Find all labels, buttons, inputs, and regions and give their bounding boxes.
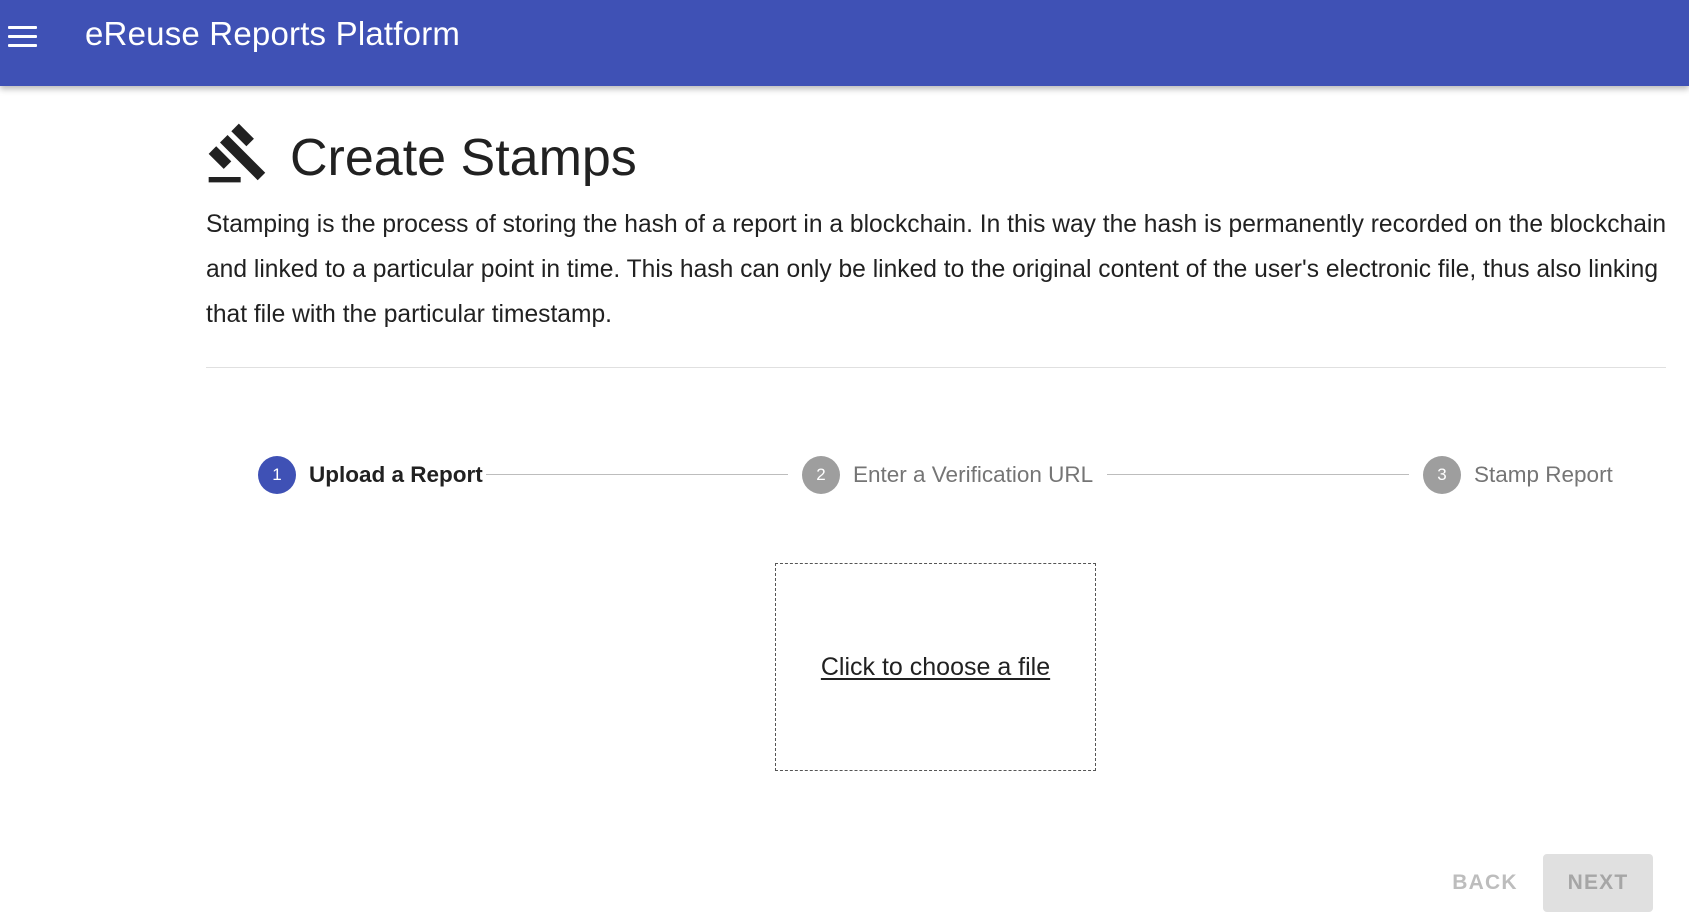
step-number-badge: 3 <box>1423 456 1461 494</box>
next-button[interactable]: NEXT <box>1543 854 1653 912</box>
file-dropzone[interactable]: Click to choose a file <box>775 563 1096 771</box>
page-title: Create Stamps <box>290 129 637 187</box>
page-description: Stamping is the process of storing the h… <box>206 211 1667 328</box>
divider <box>206 367 1666 368</box>
step-number-badge: 2 <box>802 456 840 494</box>
step-enter-verification-url[interactable]: 2 Enter a Verification URL <box>802 455 1093 495</box>
app-bar: eReuse Reports Platform <box>0 0 1689 86</box>
step-upload-report[interactable]: 1 Upload a Report <box>258 455 483 495</box>
gavel-icon <box>208 123 266 183</box>
app-title: eReuse Reports Platform <box>85 15 461 52</box>
page-heading: Create Stamps <box>206 121 1006 191</box>
choose-file-link[interactable]: Click to choose a file <box>821 653 1050 682</box>
back-button[interactable]: BACK <box>1428 854 1542 912</box>
step-label: Stamp Report <box>1474 462 1613 487</box>
hamburger-menu-icon[interactable] <box>2 16 42 56</box>
step-label: Upload a Report <box>309 462 483 487</box>
step-stamp-report[interactable]: 3 Stamp Report <box>1423 455 1613 495</box>
step-connector <box>486 474 788 475</box>
step-number-badge: 1 <box>258 456 296 494</box>
step-connector <box>1107 474 1409 475</box>
step-label: Enter a Verification URL <box>853 462 1094 487</box>
stepper: 1 Upload a Report 2 Enter a Verification… <box>258 455 1623 495</box>
